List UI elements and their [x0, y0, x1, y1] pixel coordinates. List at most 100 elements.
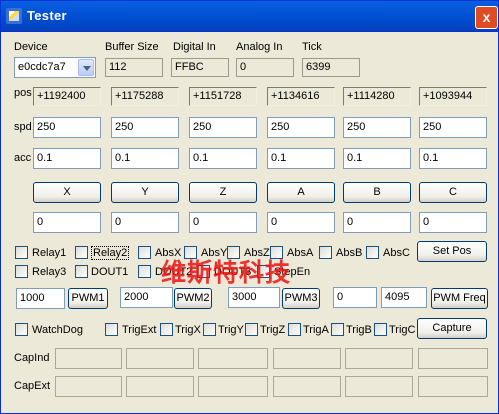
device-select-value: e0cdc7a7 [18, 61, 66, 73]
app-icon [6, 8, 22, 24]
capext-field [55, 376, 122, 397]
target-c-input[interactable]: 0 [419, 212, 487, 233]
pwm2-button[interactable]: PWM2 [174, 288, 212, 309]
pwm-freq-max-input[interactable]: 4095 [381, 287, 427, 308]
move-z-button[interactable]: Z [189, 182, 257, 203]
watermark: 维斯特科技 [161, 258, 292, 287]
spd-label: spd [14, 121, 32, 133]
triga-checkbox[interactable] [288, 323, 301, 336]
spd-a-input[interactable]: 250 [267, 117, 335, 138]
buffer-size-label: Buffer Size [105, 41, 159, 53]
relay1-checkbox[interactable] [15, 246, 28, 259]
acc-label: acc [14, 152, 32, 164]
capext-field [345, 376, 413, 397]
trigext-label: TrigExt [122, 324, 157, 336]
trigc-label: TrigC [389, 324, 416, 336]
dout2-checkbox[interactable] [138, 265, 151, 278]
target-y-input[interactable]: 0 [111, 212, 179, 233]
analog-in-value: 0 [236, 58, 294, 77]
acc-a-input[interactable]: 0.1 [267, 148, 335, 169]
move-c-button[interactable]: C [419, 182, 487, 203]
pwm-freq-min-input[interactable]: 0 [333, 287, 377, 308]
target-z-input[interactable]: 0 [189, 212, 257, 233]
move-x-button[interactable]: X [33, 182, 101, 203]
trigy-checkbox[interactable] [203, 323, 216, 336]
pos-z-value: +1151728 [189, 87, 257, 106]
absc-label: AbsC [383, 247, 410, 259]
absc-checkbox[interactable] [366, 246, 379, 259]
relay2-checkbox[interactable] [75, 246, 88, 259]
title-bar[interactable]: Tester x [1, 1, 498, 32]
spd-z-input[interactable]: 250 [189, 117, 257, 138]
spd-y-input[interactable]: 250 [111, 117, 179, 138]
pos-a-value: +1134616 [267, 87, 335, 106]
device-label: Device [14, 41, 48, 53]
device-select[interactable]: e0cdc7a7 [14, 57, 96, 78]
move-a-button[interactable]: A [267, 182, 335, 203]
buffer-size-value: 112 [105, 58, 163, 77]
pwm3-value-input[interactable]: 3000 [228, 287, 280, 308]
tester-window: Tester x Device Buffer Size Digital In A… [0, 0, 499, 414]
acc-x-input[interactable]: 0.1 [33, 148, 101, 169]
trigz-checkbox[interactable] [245, 323, 258, 336]
acc-c-input[interactable]: 0.1 [419, 148, 487, 169]
trigy-label: TrigY [218, 324, 244, 336]
close-button[interactable]: x [475, 6, 498, 29]
spd-x-input[interactable]: 250 [33, 117, 101, 138]
trigc-checkbox[interactable] [374, 323, 387, 336]
triga-label: TrigA [303, 324, 329, 336]
capext-field [418, 376, 488, 397]
target-a-input[interactable]: 0 [267, 212, 335, 233]
move-y-button[interactable]: Y [111, 182, 179, 203]
capind-field [418, 348, 488, 369]
pos-y-value: +1175288 [111, 87, 179, 106]
pwm2-value-input[interactable]: 2000 [120, 287, 173, 308]
capext-field [126, 376, 194, 397]
pwm1-button[interactable]: PWM1 [68, 288, 108, 309]
capext-field [273, 376, 341, 397]
relay1-label: Relay1 [32, 247, 67, 259]
target-x-input[interactable]: 0 [33, 212, 101, 233]
move-b-button[interactable]: B [343, 182, 411, 203]
relay3-label: Relay3 [32, 266, 67, 278]
pwm1-value-input[interactable]: 1000 [16, 288, 65, 309]
set-pos-button[interactable]: Set Pos [417, 241, 487, 262]
acc-z-input[interactable]: 0.1 [189, 148, 257, 169]
acc-y-input[interactable]: 0.1 [111, 148, 179, 169]
pos-label: pos [14, 87, 32, 99]
trigext-checkbox[interactable] [105, 323, 118, 336]
pos-x-value: +1192400 [33, 87, 101, 106]
watchdog-label: WatchDog [32, 324, 83, 336]
trigx-label: TrigX [175, 324, 201, 336]
target-b-input[interactable]: 0 [343, 212, 411, 233]
window-title: Tester [27, 8, 67, 23]
capind-field [126, 348, 194, 369]
trigb-checkbox[interactable] [331, 323, 344, 336]
pwm-freq-button[interactable]: PWM Freq [431, 288, 488, 309]
spd-b-input[interactable]: 250 [343, 117, 411, 138]
spd-c-input[interactable]: 250 [419, 117, 487, 138]
capind-field [273, 348, 341, 369]
capext-label: CapExt [14, 380, 51, 392]
absx-checkbox[interactable] [138, 246, 151, 259]
trigx-checkbox[interactable] [160, 323, 173, 336]
capind-field [55, 348, 122, 369]
absb-checkbox[interactable] [319, 246, 332, 259]
trigb-label: TrigB [346, 324, 372, 336]
chevron-down-icon[interactable] [78, 59, 94, 76]
absb-label: AbsB [336, 247, 363, 259]
capture-button[interactable]: Capture [417, 318, 487, 339]
acc-b-input[interactable]: 0.1 [343, 148, 411, 169]
tick-label: Tick [302, 41, 322, 53]
capind-field [198, 348, 268, 369]
capext-field [198, 376, 268, 397]
dout1-label: DOUT1 [91, 266, 129, 278]
dout1-checkbox[interactable] [75, 265, 88, 278]
relay2-label: Relay2 [91, 246, 130, 260]
digital-in-label: Digital In [173, 41, 216, 53]
capind-label: CapInd [14, 352, 50, 364]
pwm3-button[interactable]: PWM3 [282, 288, 320, 309]
watchdog-checkbox[interactable] [15, 323, 28, 336]
pos-b-value: +1114280 [343, 87, 411, 106]
relay3-checkbox[interactable] [15, 265, 28, 278]
